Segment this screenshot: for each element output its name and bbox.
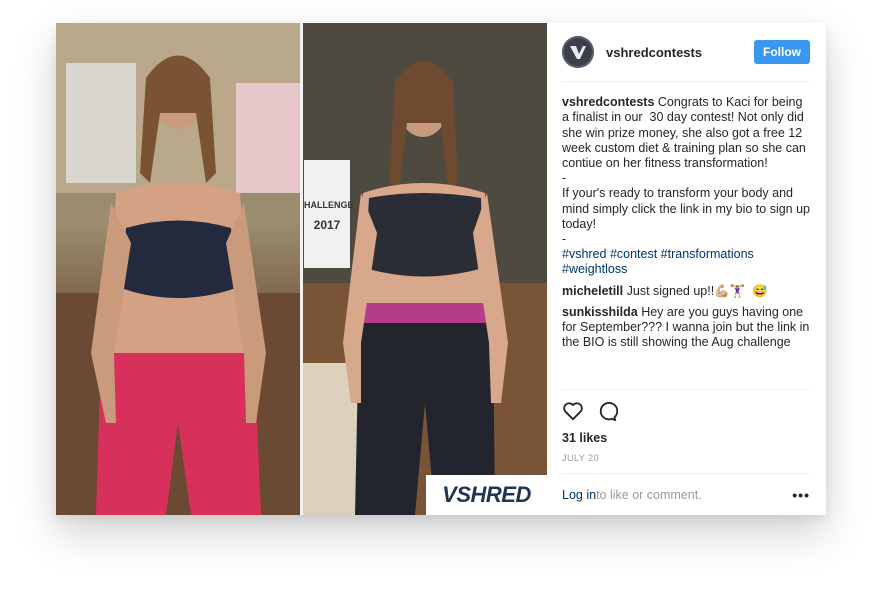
comment-username[interactable]: micheletill — [562, 284, 623, 298]
follow-button[interactable]: Follow — [754, 40, 810, 65]
comment-item: micheletill Just signed up!!💪🏼🏋‍♀️ 😅 — [562, 284, 810, 299]
post-header: vshredcontests Follow — [562, 23, 810, 83]
comment-icon[interactable] — [596, 400, 618, 422]
heart-icon[interactable] — [562, 401, 584, 421]
more-options-icon[interactable]: ••• — [792, 487, 810, 503]
challenge-sign: HALLENGE 2017 — [304, 160, 354, 268]
avatar-logo-icon — [570, 46, 586, 60]
caption: vshredcontests Congrats to Kaci for bein… — [562, 95, 810, 277]
sign-text: HALLENGE — [304, 200, 354, 210]
username[interactable]: vshredcontests — [606, 45, 754, 60]
logo-text: VSHRED — [442, 482, 531, 507]
after-photo — [303, 23, 547, 515]
comment-item: sunkisshilda Hey are you guys having one… — [562, 305, 810, 351]
comment-username[interactable]: sunkisshilda — [562, 305, 638, 319]
login-link[interactable]: Log in — [562, 488, 596, 502]
likes-count[interactable]: 31 likes — [562, 431, 810, 445]
post-footer: Log in to like or comment. ••• — [562, 474, 810, 515]
post-date: JULY 20 — [562, 453, 810, 475]
before-photo — [56, 23, 300, 515]
instagram-post-card: HALLENGE 2017 VSHRED vshredcontests Foll… — [56, 23, 826, 515]
post-sidebar: vshredcontests Follow vshredcontests Con… — [547, 23, 826, 515]
sign-year: 2017 — [313, 218, 341, 232]
vshred-logo: VSHRED — [426, 475, 547, 515]
caption-hashtags[interactable]: #vshred #contest #transformations #weigh… — [562, 247, 757, 276]
login-prompt: to like or comment. — [596, 487, 702, 502]
action-bar — [562, 389, 810, 429]
post-photo[interactable]: HALLENGE 2017 VSHRED — [56, 23, 547, 515]
comment-text: Just signed up!!💪🏼🏋‍♀️ 😅 — [623, 283, 768, 298]
caption-text: Congrats to Kaci for being a finalist in… — [562, 95, 810, 247]
avatar[interactable] — [562, 36, 594, 69]
comment-list: vshredcontests Congrats to Kaci for bein… — [562, 82, 810, 389]
caption-username[interactable]: vshredcontests — [562, 95, 654, 109]
